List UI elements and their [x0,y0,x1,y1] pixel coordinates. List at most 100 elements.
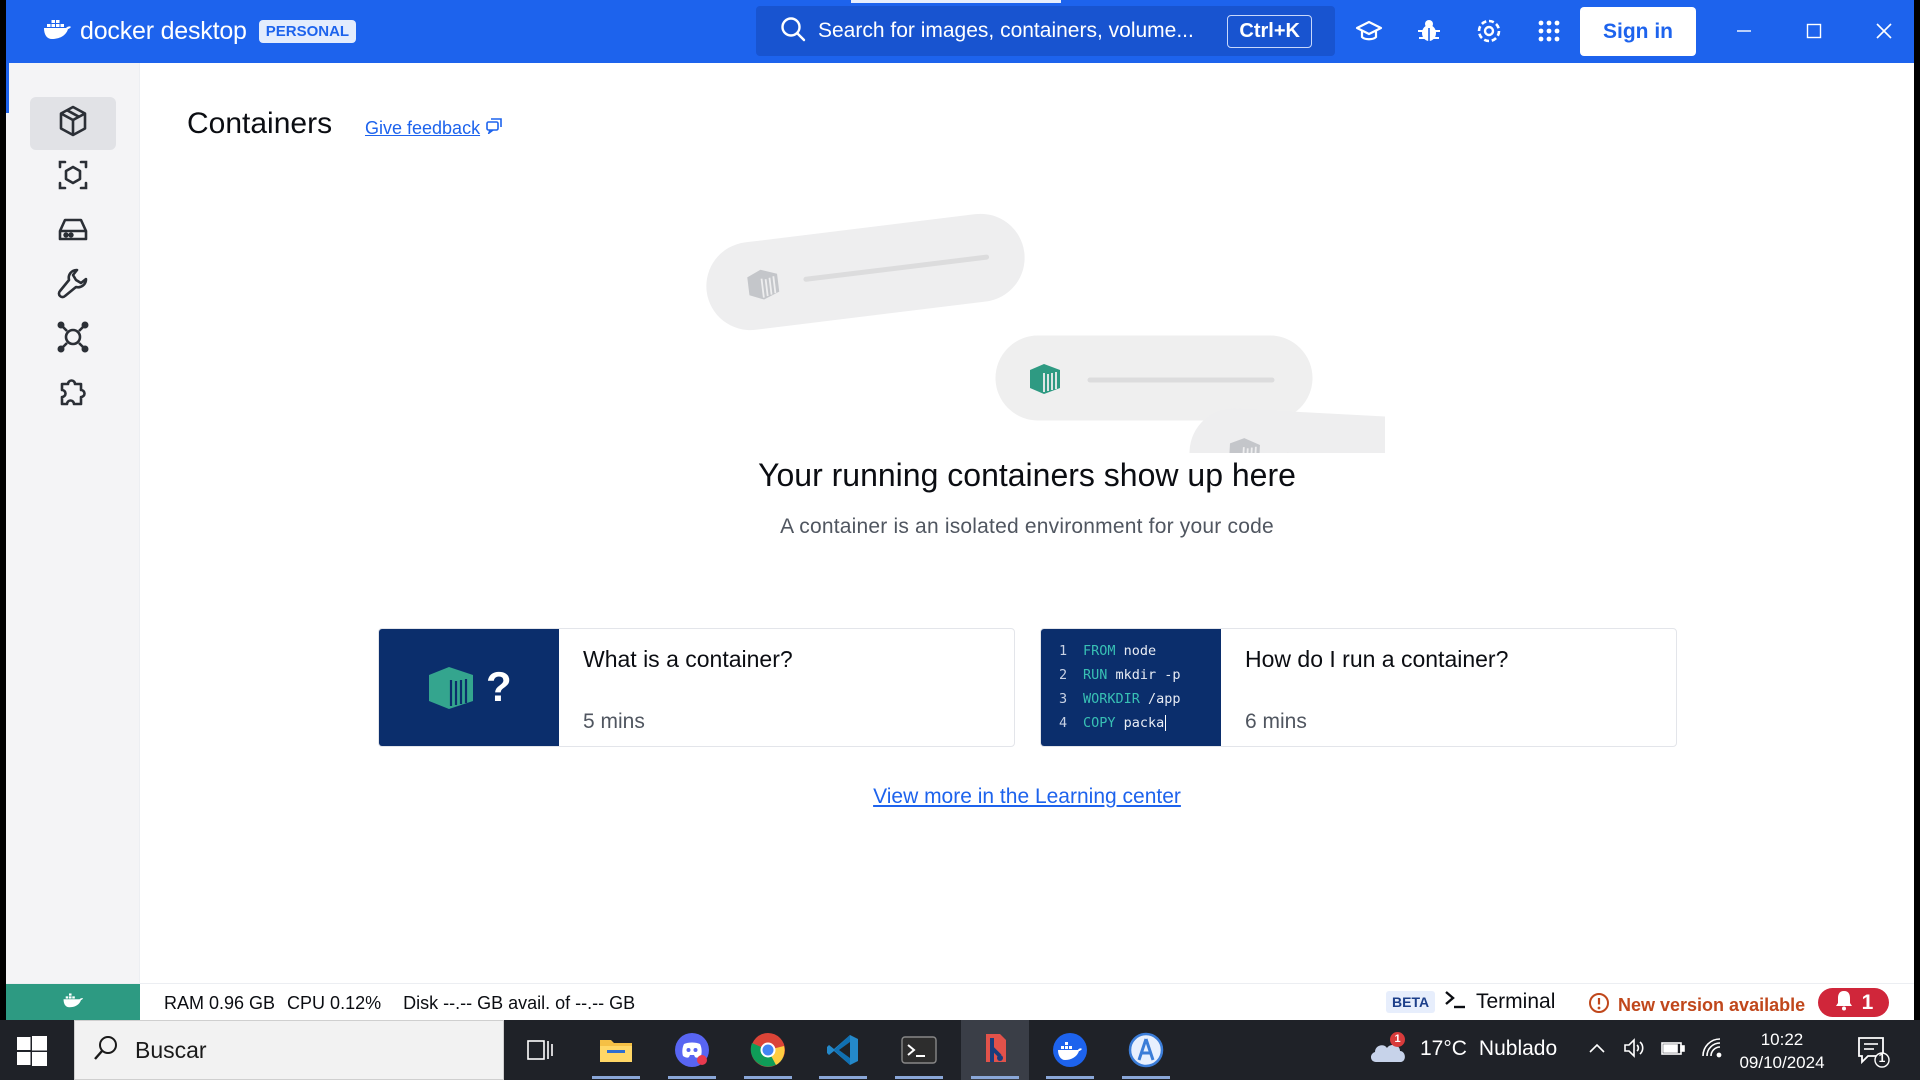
brand-name: docker desktop [80,16,247,45]
docker-desktop-app-icon[interactable] [1036,1020,1104,1080]
loading-indicator [851,0,1061,3]
card-title: How do I run a container? [1245,646,1509,672]
weather-condition: Nublado [1478,1037,1558,1060]
taskbar-search-placeholder: Buscar [135,1036,207,1063]
terminal-label: Terminal [1476,990,1556,1013]
clock-date: 09/10/2024 [1739,1053,1825,1072]
sidebar-item-containers[interactable] [30,97,116,150]
chevron-up-icon[interactable] [1586,1037,1608,1064]
troubleshoot-bug-icon[interactable] [1413,15,1445,47]
container-icon [56,104,90,143]
sidebar-item-docker-scout[interactable] [30,313,116,366]
beta-badge: BETA [1386,991,1436,1013]
volume-icon [56,212,90,251]
code-line: 2 RUN mkdir -p [1059,667,1181,683]
taskbar-clock[interactable]: 10:22 09/10/2024 [1730,1028,1834,1074]
learning-card-what-is-container[interactable]: ? What is a container? 5 mins [378,628,1015,747]
info-circle-icon [1588,992,1610,1019]
docker-desktop-window: docker desktop PERSONAL Search for image… [6,0,1914,1021]
code-line: 1 FROM node [1059,643,1157,659]
weather-alert-badge: 1 [1390,1032,1405,1047]
docker-whale-icon [62,992,84,1013]
give-feedback-link[interactable]: Give feedback [365,118,503,139]
sidebar-active-accent [6,63,9,113]
question-mark-icon: ? [486,663,512,710]
learning-center-link-row: View more in the Learning center [140,785,1914,809]
search-shortcut-hint: Ctrl+K [1227,15,1312,48]
volume-speaker-icon[interactable] [1622,1036,1646,1065]
sidebar-item-extensions[interactable] [30,367,116,420]
close-icon[interactable] [1868,15,1900,47]
system-tray [1586,1036,1724,1065]
give-feedback-label: Give feedback [365,118,481,138]
notifications-count: 1 [1861,990,1874,1014]
puzzle-icon [56,374,90,413]
android-studio-icon[interactable] [1112,1020,1180,1080]
status-footer: RAM 0.96 GB CPU 0.12% Disk --.-- GB avail.… [6,983,1914,1021]
page-title: Containers [187,107,333,140]
disk-usage: Disk --.-- GB avail. of --.-- GB [403,993,636,1013]
engine-status[interactable] [6,984,140,1021]
card-title: What is a container? [583,646,793,672]
vscode-icon[interactable] [809,1020,877,1080]
maximize-icon[interactable] [1798,15,1830,47]
empty-state-illustration [665,193,1512,509]
cloud-icon: 1 [1368,1032,1408,1066]
search-icon [780,16,806,47]
empty-state-subtitle: A container is an isolated environment f… [780,515,1274,538]
settings-gear-icon[interactable] [1473,15,1505,47]
view-learning-center-link[interactable]: View more in the Learning center [873,785,1181,808]
weather-temperature: 17°C [1420,1037,1467,1060]
brand: docker desktop PERSONAL [42,16,357,45]
search-placeholder: Search for images, containers, volume... [818,19,1194,42]
sidebar-item-builds[interactable] [30,259,116,312]
git-gui-icon[interactable] [961,1020,1029,1080]
wrench-icon [56,266,90,305]
empty-state-title: Your running containers show up here [758,457,1296,493]
sidebar-item-volumes[interactable] [30,205,116,258]
windows-taskbar: Buscar 1 17°C Nublado 10:22 09/10/2024 1 [0,1020,1920,1080]
card-duration: 6 mins [1245,710,1307,733]
taskbar-search-box[interactable]: Buscar [74,1020,504,1080]
plan-badge: PERSONAL [258,19,357,43]
global-search[interactable]: Search for images, containers, volume...… [756,6,1335,56]
card-thumbnail: ? [379,629,559,746]
code-line: 3 WORKDIR /app [1059,691,1181,707]
sidebar-item-images[interactable] [30,151,116,204]
terminal-prompt-icon [1444,989,1466,1015]
terminal-app-icon[interactable] [885,1020,953,1080]
title-bar: docker desktop PERSONAL Search for image… [6,0,1914,63]
action-center-badge: 1 [1878,1051,1886,1065]
discord-icon[interactable] [658,1020,726,1080]
docker-whale-icon [42,18,72,45]
card-duration: 5 mins [583,710,645,733]
learning-center-icon[interactable] [1353,15,1385,47]
chrome-icon[interactable] [734,1020,802,1080]
windows-start-icon[interactable] [14,1033,50,1069]
update-label: New version available [1618,995,1806,1015]
search-icon [93,1035,119,1066]
card-code-thumbnail: 1 FROM node 2 RUN mkdir -p 3 WORKDIR /app 4… [1041,629,1221,746]
update-available-notice[interactable]: New version available [1588,992,1805,1019]
file-explorer-icon[interactable] [582,1020,650,1080]
scout-icon [56,320,90,359]
action-center-icon[interactable]: 1 [1856,1034,1890,1068]
resource-stats: RAM 0.96 GB CPU 0.12% Disk --.-- GB avail.… [164,993,647,1014]
code-line: 4 COPY packa [1059,715,1167,731]
bell-icon [1834,989,1854,1017]
learning-card-how-to-run-container[interactable]: 1 FROM node 2 RUN mkdir -p 3 WORKDIR /app 4… [1040,628,1677,747]
cpu-usage: CPU 0.12% [287,993,382,1013]
sign-in-button[interactable]: Sign in [1580,7,1696,56]
ram-usage: RAM 0.96 GB [164,993,276,1013]
wifi-icon[interactable] [1700,1036,1724,1065]
sidebar [6,63,140,983]
feedback-icon [486,118,503,139]
terminal-button[interactable]: Terminal [1444,989,1555,1015]
task-view-icon[interactable] [506,1020,574,1080]
containers-view: Containers Give feedback Your running co… [140,63,1914,983]
minimize-icon[interactable] [1728,15,1760,47]
apps-grid-icon[interactable] [1533,15,1565,47]
battery-icon[interactable] [1660,1036,1686,1065]
notifications-button[interactable]: 1 [1818,988,1889,1017]
weather-widget[interactable]: 1 17°C Nublado [1368,1032,1557,1066]
